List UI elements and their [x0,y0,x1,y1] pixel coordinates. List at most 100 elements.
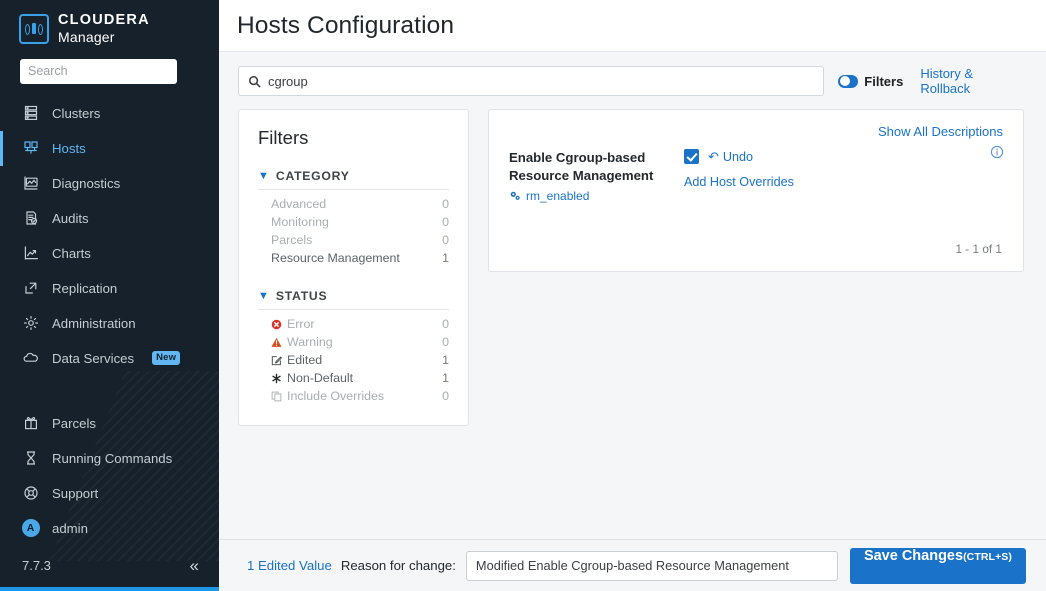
enable-cgroup-checkbox[interactable] [684,149,699,164]
save-changes-label: Save Changes [863,547,964,564]
filter-group-status: ▼ STATUS Error 0 Warning 0 Edited 1 Non-… [258,289,449,405]
undo-label: Undo [722,149,754,164]
filter-group-status-header[interactable]: ▼ STATUS [258,289,449,310]
filter-label: Resource Management [271,251,400,265]
filter-row-error[interactable]: Error 0 [258,315,449,333]
config-property-key-label: rm_enabled [526,189,590,204]
filter-row-monitoring[interactable]: Monitoring 0 [258,213,449,231]
replication-icon [22,280,39,297]
filters-heading: Filters [258,127,309,148]
config-search-row: Filters History & Rollback [219,52,1046,96]
lifebuoy-icon [22,485,39,502]
filter-group-title: CATEGORY [275,169,350,183]
brand[interactable]: CLOUDERA Manager [0,0,219,45]
sidebar-item-label: Diagnostics [52,175,121,191]
info-circle-icon[interactable] [990,145,1004,159]
sidebar-item-running-commands[interactable]: Running Commands [0,441,219,476]
sidebar-item-label: Parcels [52,415,96,431]
sidebar-divider-space [0,376,219,406]
show-all-descriptions-link[interactable]: Show All Descriptions [509,124,1003,139]
filter-group-category: ▼ CATEGORY Advanced 0 Monitoring 0 Parce… [258,169,449,267]
sidebar-item-clusters[interactable]: Clusters [0,96,219,131]
save-changes-button[interactable]: Save Changes (CTRL+S) [849,547,1026,584]
filter-label: Non-Default [287,371,354,385]
filter-label: Error [287,317,315,331]
reason-for-change-input[interactable] [465,550,838,581]
sidebar-item-hosts[interactable]: Hosts [0,130,219,166]
sidebar-item-data-services[interactable]: Data Services New [0,341,219,376]
sidebar-item-audits[interactable]: Audits [0,201,219,236]
config-properties-panel: Show All Descriptions Enable Cgroup-base… [488,109,1024,272]
new-badge: New [152,351,181,366]
sidebar-item-diagnostics[interactable]: Diagnostics [0,166,219,201]
sidebar-item-label: Support [52,485,99,501]
cloud-icon [22,350,39,367]
add-host-overrides-link[interactable]: Add Host Overrides [684,175,1003,189]
cloudera-manager-app: CLOUDERA Manager Clusters [0,0,1046,591]
reason-for-change-label: Reason for change: [340,558,456,573]
filter-count: 0 [442,317,449,331]
filter-row-advanced[interactable]: Advanced 0 [258,195,449,213]
sidebar-item-admin[interactable]: A admin [0,511,219,546]
sidebar-item-charts[interactable]: Charts [0,236,219,271]
toggle-switch-icon [838,74,859,88]
brand-name: CLOUDERA [58,12,150,28]
filter-count: 1 [442,353,449,367]
filter-count: 0 [442,215,449,229]
diagnostics-icon [22,175,39,192]
filter-label: Parcels [271,233,313,247]
hourglass-icon [22,450,39,467]
filter-row-edited[interactable]: Edited 1 [258,351,449,369]
sidebar-item-label: admin [52,520,88,536]
filter-row-warning[interactable]: Warning 0 [258,333,449,351]
edited-pencil-icon [271,355,282,366]
sidebar-item-label: Clusters [52,105,101,121]
filter-label: Monitoring [271,215,329,229]
filter-count: 0 [442,335,449,349]
double-chevron-left-icon[interactable]: « [190,557,199,574]
sidebar-item-parcels[interactable]: Parcels [0,406,219,441]
filters-toggle[interactable]: Filters [838,74,903,89]
filter-label: Edited [287,353,323,367]
filter-count: 1 [442,251,449,265]
result-count: 1 - 1 of 1 [955,242,1002,256]
parcels-gift-icon [22,415,39,432]
sidebar-item-label: Hosts [52,140,86,156]
sidebar-item-replication[interactable]: Replication [0,271,219,306]
filter-row-resource-management[interactable]: Resource Management 1 [258,249,449,267]
hosts-icon [22,140,39,157]
filter-count: 0 [442,197,449,211]
sidebar-item-support[interactable]: Support [0,476,219,511]
filter-row-parcels[interactable]: Parcels 0 [258,231,449,249]
edited-value-link[interactable]: 1 Edited Value [247,558,332,573]
main-area: Hosts Configuration Filters History & Ro… [219,0,1046,591]
filter-row-non-default[interactable]: Non-Default 1 [258,369,449,387]
clusters-icon [22,105,39,122]
config-property-name: Enable Cgroup-based Resource Management [509,150,654,184]
undo-button[interactable]: ↶ Undo [708,150,753,164]
sidebar-item-administration[interactable]: Administration [0,306,219,341]
filter-label: Include Overrides [287,389,385,403]
cloudera-logo-icon [19,13,49,44]
sidebar-item-label: Audits [52,210,89,226]
config-search-input[interactable] [268,73,815,89]
non-default-asterisk-icon [271,373,282,384]
filters-toggle-label: Filters [864,73,904,89]
config-property-row: Enable Cgroup-based Resource Management … [509,147,1003,203]
history-rollback-link[interactable]: History & Rollback [920,66,1024,96]
chevron-down-icon: ▼ [258,289,269,302]
avatar: A [21,519,40,538]
sidebar-item-label: Administration [52,315,136,331]
sidebar-search-input[interactable] [20,58,177,84]
gears-icon [509,190,521,202]
config-search-box[interactable] [238,66,825,96]
filter-group-category-header[interactable]: ▼ CATEGORY [258,169,449,190]
audits-icon [22,210,39,227]
filter-count: 1 [442,371,449,385]
save-shortcut-label: (CTRL+S) [963,550,1012,563]
content-area: Filters ▼ CATEGORY Advanced 0 Monitoring… [219,96,1046,591]
chevron-down-icon: ▼ [258,169,269,182]
filter-row-include-overrides[interactable]: Include Overrides 0 [258,387,449,405]
config-property-key[interactable]: rm_enabled [509,189,684,203]
filter-label: Advanced [271,197,327,211]
